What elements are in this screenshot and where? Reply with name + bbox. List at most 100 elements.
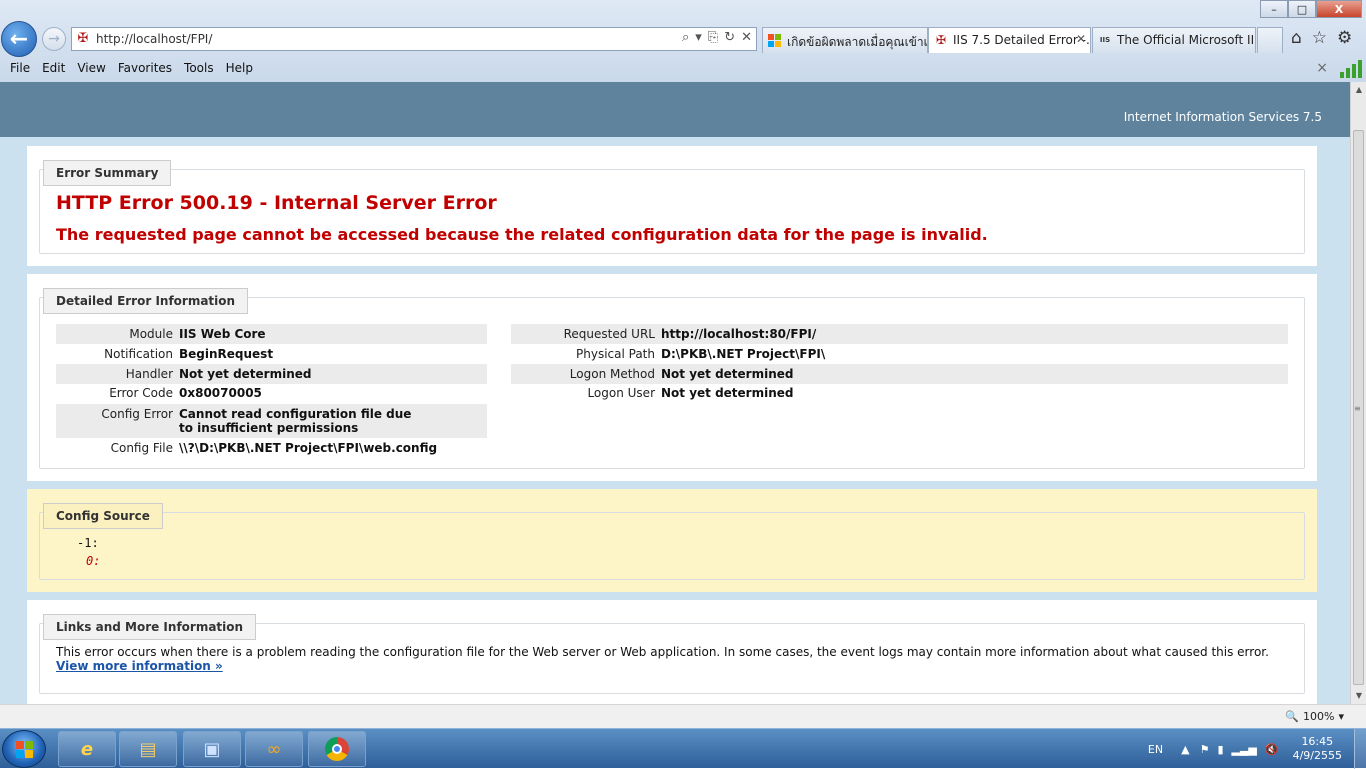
device-icon[interactable]: ▮ bbox=[1217, 743, 1223, 756]
gear-icon[interactable]: ⚙ bbox=[1337, 28, 1352, 48]
zoom-control[interactable]: 🔍 100% ▾ bbox=[1285, 710, 1344, 723]
detail-key: Requested URL bbox=[563, 327, 655, 341]
tab-iis-detailed-error[interactable]: ✠ IIS 7.5 Detailed Error -... ✕ bbox=[928, 27, 1091, 53]
maximize-button[interactable]: □ bbox=[1288, 0, 1316, 18]
detail-row-requested-url: Requested URL http://localhost:80/FPI/ bbox=[511, 324, 1288, 344]
clock-time: 16:45 bbox=[1301, 735, 1334, 748]
zoom-dropdown-arrow-icon[interactable]: ▾ bbox=[1338, 710, 1344, 723]
detail-key: Logon Method bbox=[569, 367, 655, 381]
taskbar-internet-explorer[interactable]: e bbox=[58, 731, 116, 767]
error-summary-legend: Error Summary bbox=[43, 160, 172, 186]
line-number: 0: bbox=[86, 554, 101, 568]
clock-date: 4/9/2555 bbox=[1292, 749, 1342, 762]
scroll-up-arrow-icon[interactable]: ▲ bbox=[1351, 82, 1366, 98]
menu-view[interactable]: View bbox=[71, 61, 111, 75]
detail-key: Module bbox=[129, 327, 173, 341]
detail-value: Cannot read configuration file due to in… bbox=[179, 407, 412, 435]
links-section: Links and More Information This error oc… bbox=[27, 600, 1317, 704]
refresh-icon[interactable]: ↻ bbox=[724, 30, 735, 45]
zoom-level: 100% bbox=[1303, 710, 1335, 723]
error-summary-section: Error Summary HTTP Error 500.19 - Intern… bbox=[27, 146, 1317, 266]
windows-taskbar: e ▤ ▣ ∞ EN ▲ ⚑ ▮ ▂▃▅ 🔇 16:45 4/9/2555 bbox=[0, 728, 1366, 769]
detail-value: D:\PKB\.NET Project\FPI\ bbox=[661, 347, 826, 361]
tab-error-thai[interactable]: เกิดข้อผิดพลาดเมื่อคุณเข้าเ... bbox=[762, 27, 928, 53]
tab-label: เกิดข้อผิดพลาดเมื่อคุณเข้าเ... bbox=[787, 35, 928, 49]
page-viewport: Internet Information Services 7.5 Error … bbox=[0, 82, 1350, 704]
config-source-section: Config Source -1: 0: bbox=[27, 489, 1317, 592]
vertical-scrollbar[interactable]: ▲ ≡ ▼ bbox=[1350, 82, 1366, 704]
menu-bar: File Edit View Favorites Tools Help bbox=[0, 57, 1366, 79]
detail-value: \\?\D:\PKB\.NET Project\FPI\web.config bbox=[179, 441, 438, 455]
home-icon[interactable]: ⌂ bbox=[1291, 28, 1302, 48]
error-message: The requested page cannot be accessed be… bbox=[56, 225, 988, 244]
close-menu-bar-icon[interactable]: × bbox=[1316, 60, 1328, 76]
links-legend: Links and More Information bbox=[43, 614, 257, 640]
detail-row-logon-method: Logon Method Not yet determined bbox=[511, 364, 1288, 384]
language-indicator[interactable]: EN bbox=[1148, 743, 1163, 756]
tab-official-microsoft-iis[interactable]: IIS The Official Microsoft II... bbox=[1092, 27, 1256, 53]
menu-edit[interactable]: Edit bbox=[36, 61, 71, 75]
iis-header: Internet Information Services 7.5 bbox=[0, 82, 1350, 137]
browser-toolbar-icons: ⌂ ☆ ⚙ bbox=[1291, 28, 1352, 48]
taskbar-file-explorer[interactable]: ▤ bbox=[119, 731, 177, 767]
volume-muted-icon[interactable]: 🔇 bbox=[1265, 743, 1279, 756]
config-source-frame bbox=[39, 512, 1305, 580]
scroll-down-arrow-icon[interactable]: ▼ bbox=[1351, 688, 1366, 704]
arrow-left-icon: ← bbox=[9, 26, 29, 52]
menu-help[interactable]: Help bbox=[220, 61, 259, 75]
detail-key: Handler bbox=[125, 367, 173, 381]
show-desktop-button[interactable] bbox=[1354, 729, 1366, 769]
back-button[interactable]: ← bbox=[1, 21, 37, 57]
search-icon[interactable]: ⌕ bbox=[682, 30, 689, 45]
tab-label: IIS 7.5 Detailed Error -... bbox=[953, 33, 1091, 47]
detail-value: BeginRequest bbox=[179, 347, 274, 361]
address-bar[interactable]: ✠ http://localhost/FPI/ ⌕ ▾ ⎘ ↻ ✕ bbox=[71, 27, 757, 51]
stop-icon[interactable]: ✕ bbox=[741, 30, 752, 45]
detailed-error-legend: Detailed Error Information bbox=[43, 288, 249, 314]
detail-row-handler: Handler Not yet determined bbox=[56, 364, 487, 384]
favorites-star-icon[interactable]: ☆ bbox=[1312, 28, 1327, 48]
taskbar-visual-studio[interactable]: ∞ bbox=[245, 731, 303, 767]
close-window-button[interactable]: X bbox=[1316, 0, 1362, 18]
taskbar-chrome[interactable] bbox=[308, 731, 366, 767]
product-name: Internet Information Services 7.5 bbox=[1123, 110, 1322, 124]
detail-key: Config File bbox=[110, 441, 173, 455]
menu-file[interactable]: File bbox=[4, 61, 36, 75]
detailed-error-section: Detailed Error Information Module IIS We… bbox=[27, 274, 1317, 481]
taskbar-network-app[interactable]: ▣ bbox=[183, 731, 241, 767]
links-description: This error occurs when there is a proble… bbox=[56, 645, 1269, 659]
show-hidden-icons-icon[interactable]: ▲ bbox=[1181, 743, 1189, 756]
close-tab-icon[interactable]: ✕ bbox=[1076, 32, 1086, 46]
action-center-flag-icon[interactable]: ⚑ bbox=[1200, 743, 1210, 756]
dropdown-arrow-icon[interactable]: ▾ bbox=[695, 30, 702, 45]
menu-favorites[interactable]: Favorites bbox=[112, 61, 178, 75]
new-tab-button[interactable] bbox=[1257, 27, 1283, 53]
detail-value: http://localhost:80/FPI/ bbox=[661, 327, 817, 341]
address-url[interactable]: http://localhost/FPI/ bbox=[96, 32, 212, 46]
clock[interactable]: 16:45 4/9/2555 bbox=[1293, 735, 1342, 763]
menu-tools[interactable]: Tools bbox=[178, 61, 220, 75]
detail-value: Not yet determined bbox=[661, 367, 794, 381]
start-button[interactable] bbox=[2, 730, 46, 768]
system-tray: EN ▲ ⚑ ▮ ▂▃▅ 🔇 16:45 4/9/2555 bbox=[1148, 729, 1366, 769]
detail-value: 0x80070005 bbox=[179, 386, 262, 400]
error-title: HTTP Error 500.19 - Internal Server Erro… bbox=[56, 192, 497, 214]
windows-icon bbox=[768, 34, 781, 47]
tab-label: The Official Microsoft II... bbox=[1117, 33, 1256, 47]
windows-logo-icon bbox=[15, 740, 33, 758]
iis-logo-icon: IIS bbox=[1099, 36, 1111, 44]
detail-row-error-code: Error Code 0x80070005 bbox=[56, 384, 487, 404]
compatibility-view-icon[interactable]: ⎘ bbox=[708, 30, 718, 45]
forward-button[interactable]: → bbox=[42, 27, 66, 51]
zoom-magnifier-icon: 🔍 bbox=[1285, 710, 1300, 723]
detail-value: Not yet determined bbox=[661, 386, 794, 400]
config-source-legend: Config Source bbox=[43, 503, 163, 529]
view-more-information-link[interactable]: View more information » bbox=[56, 659, 223, 673]
detail-row-module: Module IIS Web Core bbox=[56, 324, 487, 344]
detail-key: Config Error bbox=[101, 407, 173, 421]
network-signal-icon[interactable]: ▂▃▅ bbox=[1232, 743, 1257, 756]
minimize-button[interactable]: – bbox=[1260, 0, 1288, 18]
window-controls: – □ X bbox=[1260, 0, 1362, 18]
iis-icon: ✠ bbox=[935, 33, 947, 47]
chrome-icon bbox=[325, 737, 349, 761]
